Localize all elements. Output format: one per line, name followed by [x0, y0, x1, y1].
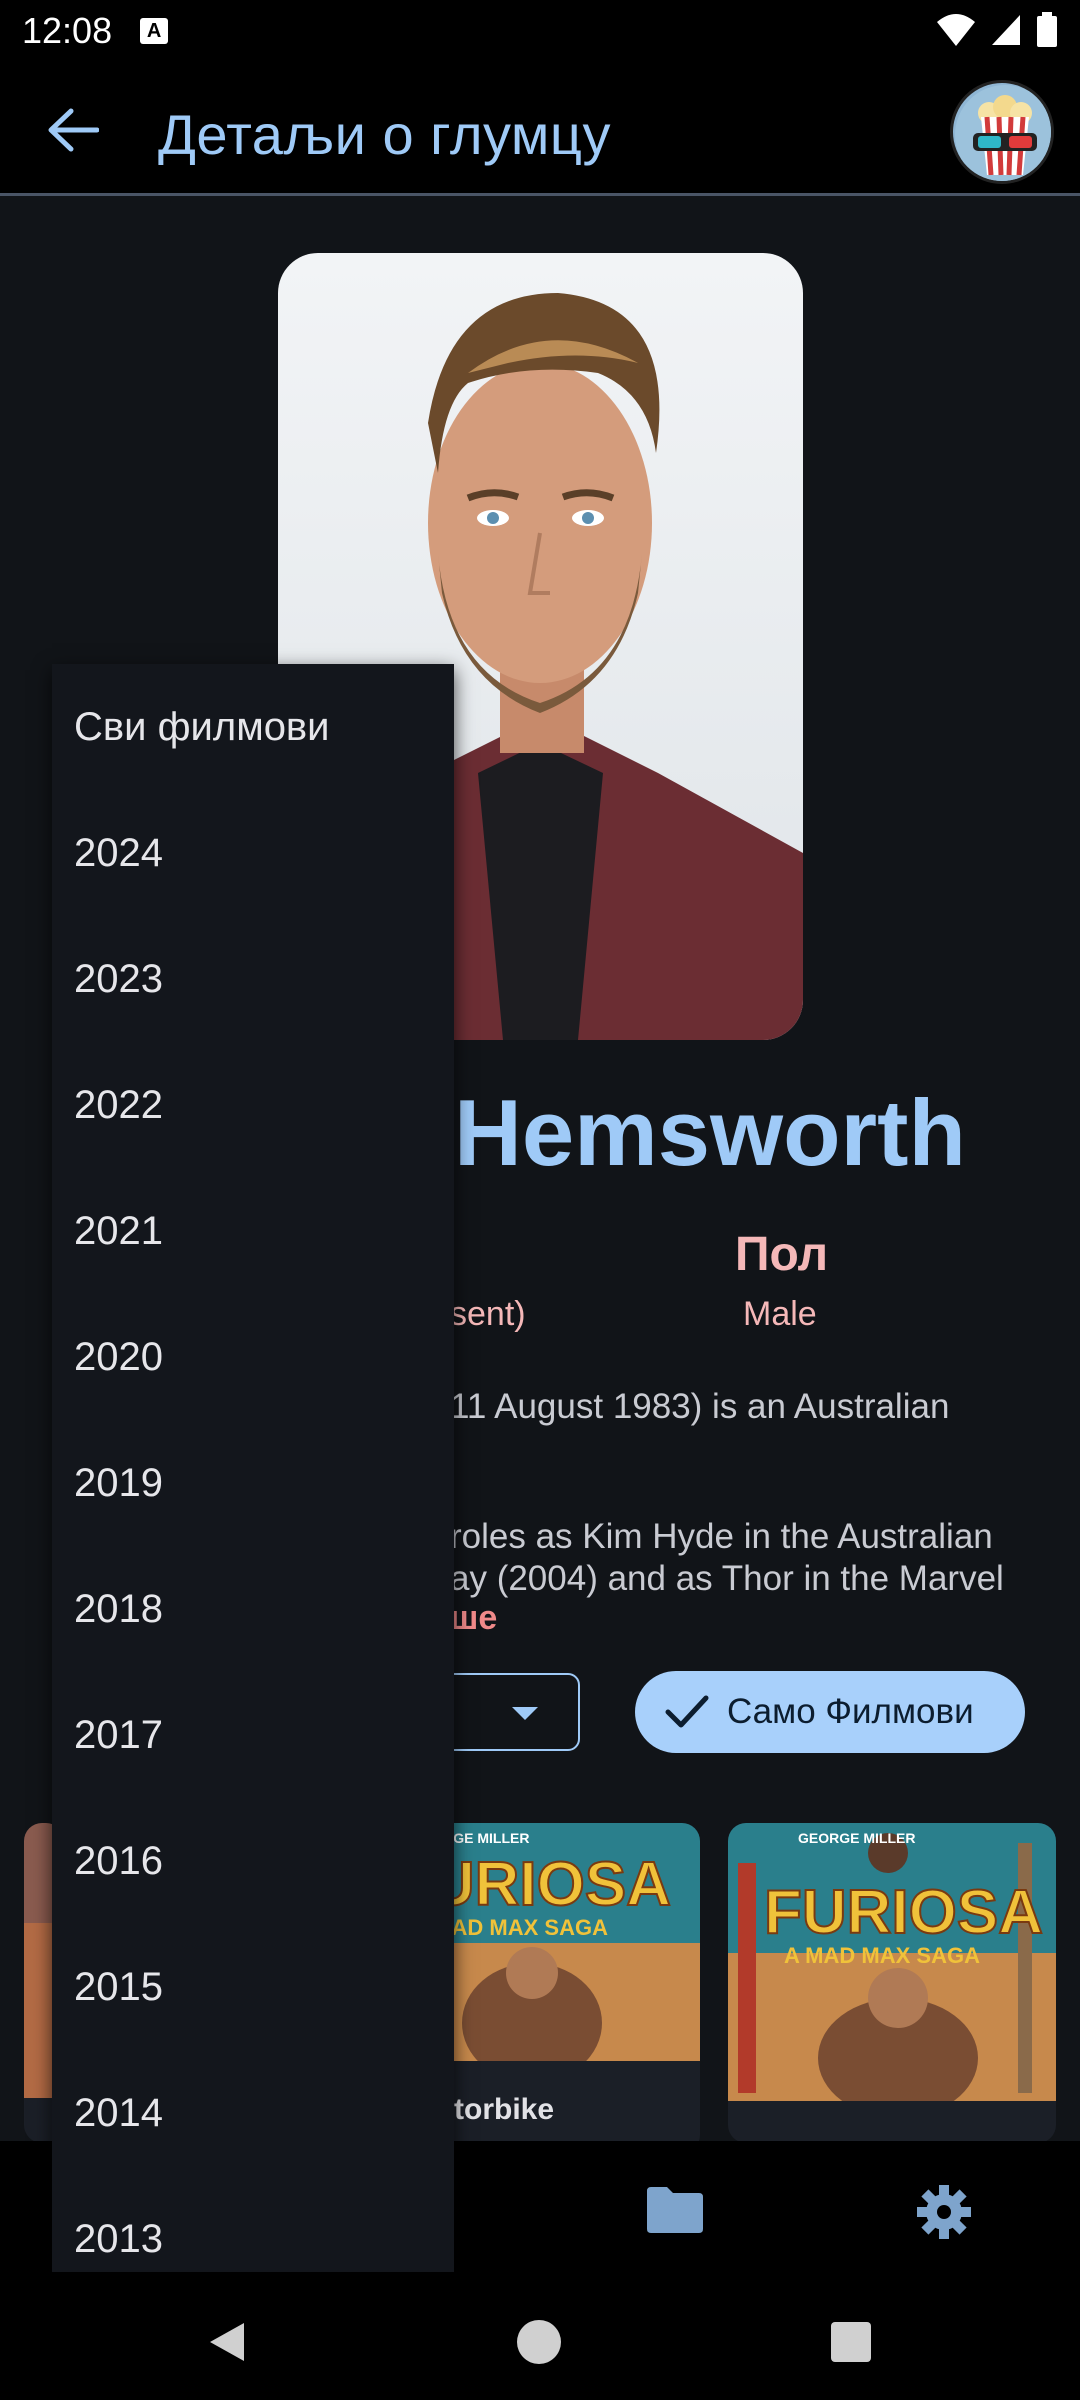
cell-signal-icon	[992, 15, 1020, 45]
poster-credit: GEORGE MILLER	[798, 1830, 915, 1846]
back-triangle-icon[interactable]	[204, 2319, 250, 2365]
menu-item-year[interactable]: 2015	[52, 1924, 454, 2050]
menu-item-year[interactable]: 2021	[52, 1168, 454, 1294]
status-icons	[936, 12, 1058, 48]
menu-item-year[interactable]: 2022	[52, 1042, 454, 1168]
check-icon	[661, 1686, 713, 1738]
recents-square-icon[interactable]	[830, 2321, 872, 2363]
app-logo[interactable]	[950, 80, 1054, 184]
menu-item-year[interactable]: 2023	[52, 916, 454, 1042]
poster-title: FURIOSA	[764, 1878, 1043, 1947]
battery-icon	[1037, 12, 1057, 47]
menu-item-year[interactable]: 2018	[52, 1546, 454, 1672]
wifi-icon	[937, 14, 975, 46]
system-navigation-bar	[0, 2277, 1080, 2400]
poster-subtitle: A MAD MAX SAGA	[784, 1943, 980, 1968]
chip-label: Само Филмови	[727, 1692, 974, 1731]
menu-item-year[interactable]: 2016	[52, 1798, 454, 1924]
gender-value: Male	[743, 1295, 817, 1333]
home-circle-icon[interactable]	[516, 2319, 562, 2365]
year-dropdown-menu: Сви филмови 2024 2023 2022 2021 2020 201…	[52, 664, 454, 2272]
arrow-back-icon	[48, 108, 99, 152]
back-button[interactable]	[38, 98, 108, 162]
menu-item-all-movies[interactable]: Сви филмови	[52, 664, 454, 790]
movie-poster: GEORGE MILLER FURIOSA A MAD MAX SAGA	[728, 1823, 1056, 2118]
status-time: 12:08	[22, 10, 113, 51]
show-more-link[interactable]: ше	[450, 1599, 497, 1638]
popcorn-3d-glasses-icon	[955, 85, 1051, 181]
birth-place-value: sent)	[450, 1295, 526, 1333]
menu-item-year[interactable]: 2013	[52, 2176, 454, 2272]
menu-item-year[interactable]: 2019	[52, 1420, 454, 1546]
gender-label: Пол	[735, 1228, 829, 1281]
movie-card[interactable]: GEORGE MILLER FURIOSA A MAD MAX SAGA	[728, 1823, 1056, 2141]
menu-item-year[interactable]: 2024	[52, 790, 454, 916]
actor-name: Hemsworth	[454, 1080, 966, 1185]
menu-item-year[interactable]: 2017	[52, 1672, 454, 1798]
folder-icon[interactable]	[645, 2183, 705, 2237]
biography-line: 11 August 1983) is an Australian	[450, 1387, 950, 1426]
biography-line: roles as Kim Hyde in the Australian	[450, 1517, 993, 1556]
menu-item-year[interactable]: 2014	[52, 2050, 454, 2176]
gear-icon[interactable]	[915, 2183, 975, 2239]
status-bar: 12:08 A	[0, 0, 1080, 62]
dropdown-arrow-icon	[512, 1707, 538, 1720]
app-bar: Детаљи о глумцу	[0, 62, 1080, 196]
page-title: Детаљи о глумцу	[158, 103, 611, 166]
movies-only-chip[interactable]: Само Филмови	[635, 1671, 1025, 1753]
menu-item-year[interactable]: 2020	[52, 1294, 454, 1420]
biography-line: ay (2004) and as Thor in the Marvel	[450, 1559, 1004, 1598]
notification-icon: A	[140, 18, 169, 44]
movie-caption: torbike	[454, 2093, 555, 2126]
